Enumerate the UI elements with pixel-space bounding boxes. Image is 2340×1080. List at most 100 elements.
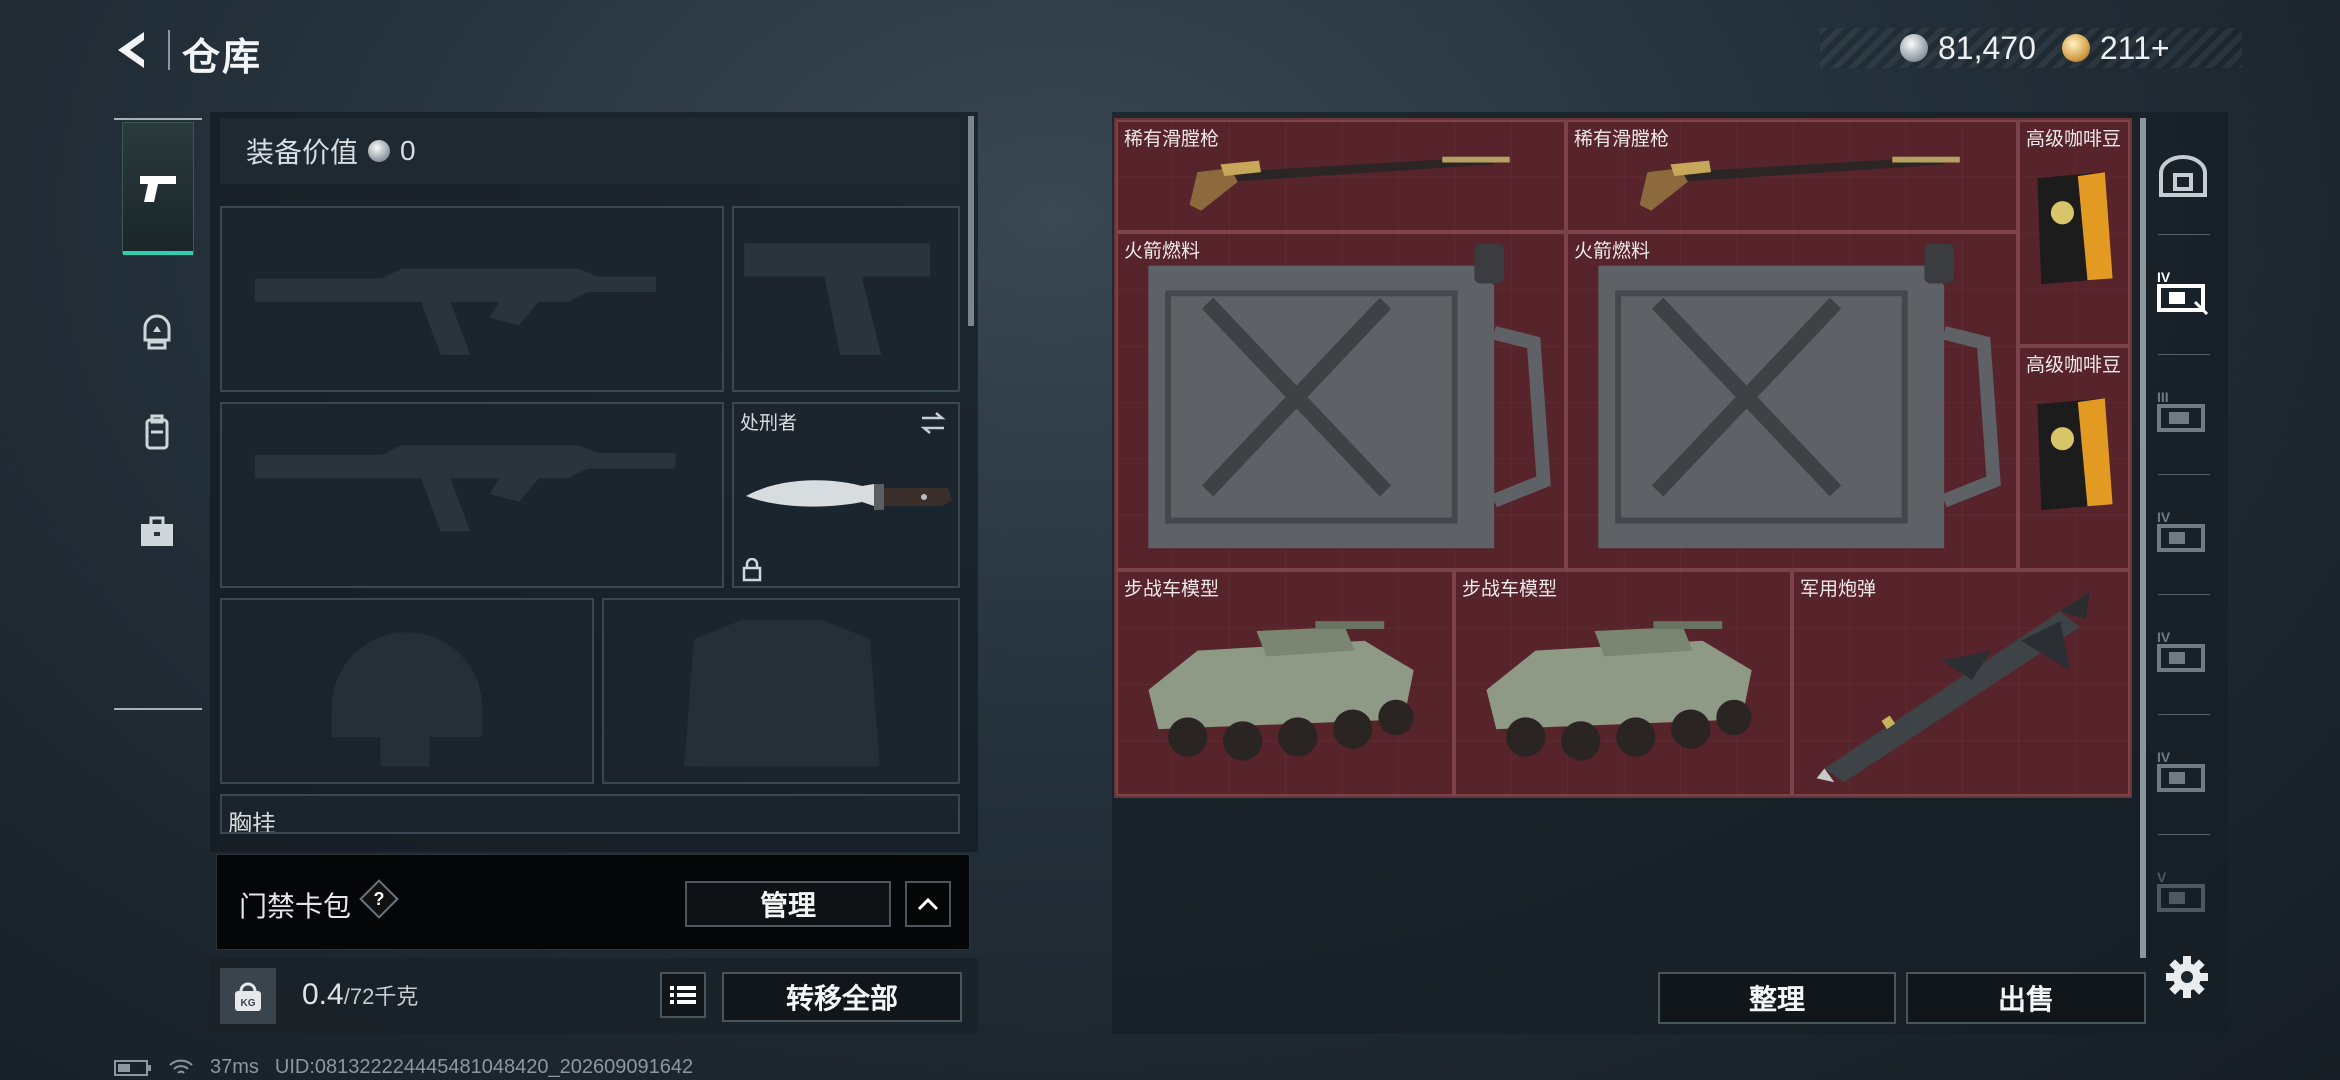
rifle-silhouette-icon [254, 445, 676, 532]
melee-slot[interactable]: 处刑者 [732, 402, 960, 588]
tab-safe-box[interactable] [2148, 122, 2218, 232]
tier-text: IV [2157, 749, 2171, 765]
case-tier-4-icon: IV [2157, 509, 2205, 552]
chest-rig-slot[interactable]: 胸挂 [220, 794, 960, 834]
silver-coin-icon [368, 140, 391, 162]
tier-text: IV [2157, 509, 2171, 525]
helmet-slot[interactable] [220, 598, 594, 784]
missile-icon [1816, 591, 2090, 783]
weight-kg-icon: KG [220, 968, 276, 1024]
backpack-icon [145, 414, 169, 450]
knife-icon [746, 480, 952, 510]
stash-item-rocket-fuel-2[interactable]: 火箭燃料 [1566, 232, 2018, 570]
stash-item-ifv-model-2[interactable]: 步战车模型 [1454, 570, 1792, 796]
coffee-bag-icon [2037, 398, 2113, 511]
equipment-scrollbar[interactable] [968, 116, 974, 326]
transfer-all-button[interactable]: 转移全部 [722, 972, 962, 1022]
tab-case-iv-4[interactable]: IV [2148, 718, 2218, 828]
helmet-icon [143, 314, 171, 350]
stash-item-coffee-1[interactable]: 高级咖啡豆 [2018, 120, 2130, 346]
help-button[interactable]: ? [359, 879, 399, 919]
kg-text: KG [241, 998, 256, 1009]
chest-rig-label: 胸挂 [228, 811, 276, 834]
silver-coin-icon [1900, 34, 1928, 62]
stash-item-rocket-fuel-1[interactable]: 火箭燃料 [1116, 232, 1566, 570]
stash-item-musket-2[interactable]: 稀有滑膛枪 [1566, 120, 2018, 232]
case-tier-5-icon: V [2157, 869, 2205, 912]
uid-text: UID:0813222244454810484​20_202609091642 [274, 1056, 694, 1078]
nav-top-line [114, 118, 202, 120]
tier-text: V [2157, 869, 2167, 885]
tab-case-iv-2[interactable]: IV [2148, 478, 2218, 588]
list-icon [670, 986, 696, 1004]
nav-bottom-line [114, 708, 202, 710]
gold-coin-amount[interactable]: 211+ [2100, 30, 2170, 67]
gear-icon [2166, 956, 2208, 998]
toolbox-icon [141, 516, 173, 546]
silver-coin-amount: 81,470 [1938, 29, 2036, 66]
stash-item-artillery-shell[interactable]: 军用炮弹 [1792, 570, 2130, 796]
gold-coin-icon [2061, 34, 2090, 62]
battery-icon [114, 1059, 151, 1076]
safe-box-icon [2159, 155, 2207, 197]
armored-vehicle-icon [1148, 621, 1414, 761]
left-category-nav [114, 112, 202, 712]
manage-button[interactable]: 管理 [685, 881, 891, 927]
back-arrow-icon [118, 32, 144, 68]
tier-text: III [2157, 389, 2169, 405]
tab-case-iii[interactable]: III [2148, 358, 2218, 468]
tab-divider [2158, 714, 2210, 715]
stash-grid: 稀有滑膛枪 稀有滑膛枪 高级咖啡豆 火箭燃料 火箭燃料 高级咖啡豆 步战车模型 … [1114, 118, 2132, 798]
weight-current: 0.4 [302, 978, 344, 1011]
tab-case-v[interactable]: V [2148, 838, 2218, 948]
equipment-value-label: 装备价值 [246, 137, 359, 168]
stash-item-coffee-2[interactable]: 高级咖啡豆 [2018, 346, 2130, 570]
primary-weapon-slot[interactable] [220, 206, 724, 392]
jerrycan-icon [1148, 243, 1551, 549]
nav-item-toolbox[interactable] [122, 467, 192, 597]
settings-button[interactable] [2162, 952, 2212, 1002]
currency-bar: 81,470 211+ [1820, 28, 2242, 68]
musket-icon [1639, 156, 1960, 211]
tab-case-iv-3[interactable]: IV [2148, 598, 2218, 708]
stash-item-musket-1[interactable]: 稀有滑膛枪 [1116, 120, 1566, 232]
weight-max: /72千克 [343, 984, 419, 1009]
weight-readout: 0.4/72千克 [302, 978, 418, 1012]
armored-vehicle-icon [1486, 621, 1752, 761]
case-tier-4-icon: IV [2157, 269, 2209, 316]
tier-text: IV [2157, 269, 2171, 285]
case-tier-4-icon: IV [2157, 629, 2205, 672]
help-icon: ? [373, 888, 385, 909]
tab-case-iv-active[interactable]: IV [2148, 238, 2218, 348]
sort-button[interactable]: 整理 [1658, 972, 1896, 1024]
rifle-silhouette-icon [254, 268, 656, 355]
armor-slot[interactable] [602, 598, 960, 784]
sell-button[interactable]: 出售 [1906, 972, 2146, 1024]
back-button[interactable] [110, 26, 158, 74]
tab-divider [2158, 594, 2210, 595]
tier-text: IV [2157, 629, 2171, 645]
secondary-weapon-slot[interactable] [220, 402, 724, 588]
equipment-value-header: 装备价值 0 [220, 118, 960, 184]
stash-item-ifv-model-1[interactable]: 步战车模型 [1116, 570, 1454, 796]
access-card-label: 门禁卡包 [239, 891, 352, 922]
tab-divider [2158, 834, 2210, 835]
equipment-value-amount: 0 [400, 135, 416, 166]
collapse-button[interactable] [905, 881, 951, 927]
coffee-bag-icon [2037, 172, 2113, 285]
list-view-button[interactable] [660, 972, 706, 1018]
equipment-panel: 装备价值 0 处刑者 胸挂 [210, 112, 978, 852]
tab-divider [2158, 474, 2210, 475]
tab-divider [2158, 354, 2210, 355]
case-tier-4-icon: IV [2157, 749, 2205, 792]
helmet-silhouette-icon [331, 632, 483, 767]
pistol-silhouette-icon [744, 243, 931, 355]
melee-slot-label: 处刑者 [740, 413, 798, 434]
nav-item-weapons[interactable] [122, 122, 194, 255]
tab-divider [2158, 234, 2210, 235]
lock-icon [742, 558, 762, 582]
title-divider [168, 30, 170, 70]
pistol-slot[interactable] [732, 206, 960, 392]
vest-silhouette-icon [684, 619, 880, 767]
swap-icon[interactable] [918, 410, 948, 436]
